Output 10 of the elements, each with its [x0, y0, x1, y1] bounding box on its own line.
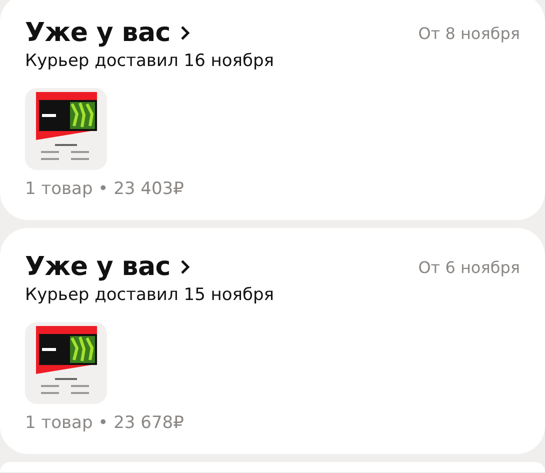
order-date: От 8 ноября	[418, 24, 520, 42]
delivery-status: Курьер доставил 16 ноября	[25, 50, 276, 72]
order-date: От 6 ноября	[418, 258, 520, 276]
order-summary: 1 товар • 23 403₽	[25, 178, 185, 200]
order-title-link[interactable]: Уже у вас	[25, 18, 190, 48]
delivery-status: Курьер доставил 15 ноября	[25, 284, 276, 306]
order-title-link[interactable]: Уже у вас	[25, 252, 190, 282]
order-card[interactable]: Уже у вас От 6 ноября Курьер доставил 15 ноября 1 товар • 23 678₽	[0, 228, 545, 454]
order-summary: 1 товар • 23 678₽	[25, 412, 185, 434]
order-card[interactable]: Уже у вас От 8 ноября Курьер доставил 16 ноября 1 товар • 23 403₽	[0, 0, 545, 220]
